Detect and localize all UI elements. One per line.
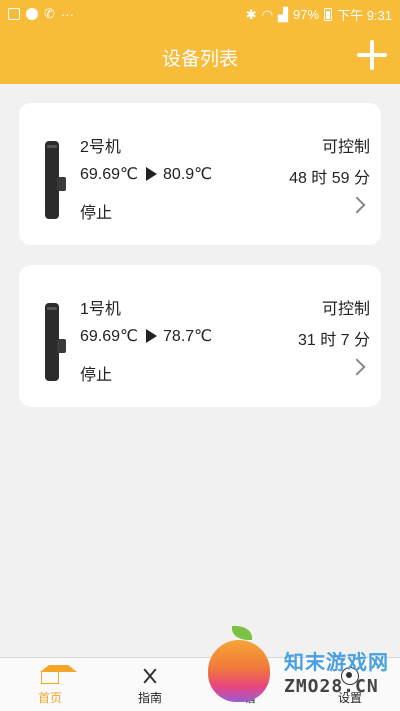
- tab-label: 首页: [37, 691, 62, 705]
- remaining-time: 31 时 7 分: [297, 332, 370, 349]
- device-card[interactable]: 1号机 69.69℃ 78.7℃ 停止 可控制 31 时 7 分: [19, 265, 381, 407]
- temperature-readout: 69.69℃ 80.9℃: [80, 164, 212, 184]
- more-icon: ···: [60, 6, 74, 22]
- device-image: [39, 141, 73, 225]
- status-bar: ✆ ··· ✱ ◠ ▟ 97% 下午 9:31: [0, 0, 400, 28]
- device-name: 2号机: [80, 139, 121, 156]
- chevron-right-icon[interactable]: [348, 196, 366, 214]
- current-temperature: 69.69℃: [80, 328, 139, 345]
- device-state: 停止: [80, 205, 113, 222]
- clock: 下午 9:31: [337, 8, 392, 23]
- wifi-icon: ◠: [261, 6, 274, 22]
- watermark-name: 知末游戏网: [284, 652, 389, 674]
- page-title: 设备列表: [161, 49, 238, 70]
- phone-icon: ✆: [44, 6, 55, 21]
- apple-logo: [208, 640, 270, 702]
- device-state: 停止: [80, 367, 113, 384]
- watermark: 知末游戏网 ZMO28.CN: [204, 626, 400, 711]
- current-temperature: 69.69℃: [80, 166, 139, 183]
- control-status: 可控制: [321, 139, 370, 156]
- target-temperature: 80.9℃: [163, 166, 213, 183]
- device-image: [39, 303, 73, 387]
- utensils-icon: [141, 667, 159, 685]
- battery-icon: [324, 8, 333, 21]
- device-name: 1号机: [80, 301, 121, 318]
- target-temperature: 78.7℃: [163, 328, 213, 345]
- leaf-icon: [232, 626, 252, 640]
- add-icon[interactable]: [354, 37, 390, 73]
- app-header: 设备列表: [0, 28, 400, 84]
- battery-percent: 97%: [293, 7, 320, 22]
- tab-guide[interactable]: 指南: [100, 658, 200, 711]
- watermark-url: ZMO28.CN: [284, 676, 379, 697]
- signal-icon: ▟: [278, 6, 289, 22]
- home-icon: [40, 665, 77, 684]
- bluetooth-icon: ✱: [245, 6, 257, 22]
- temperature-readout: 69.69℃ 78.7℃: [80, 326, 212, 346]
- tab-label: 指南: [137, 691, 162, 705]
- chevron-right-icon[interactable]: [348, 358, 366, 376]
- remaining-time: 48 时 59 分: [289, 170, 370, 187]
- play-arrow-icon: [146, 329, 158, 343]
- app-notification-icon: [26, 8, 38, 20]
- gallery-icon: [8, 8, 20, 20]
- play-arrow-icon: [146, 167, 158, 181]
- device-card[interactable]: 2号机 69.69℃ 80.9℃ 停止 可控制 48 时 59 分: [19, 103, 381, 245]
- tab-home[interactable]: 首页: [0, 658, 100, 711]
- control-status: 可控制: [321, 301, 370, 318]
